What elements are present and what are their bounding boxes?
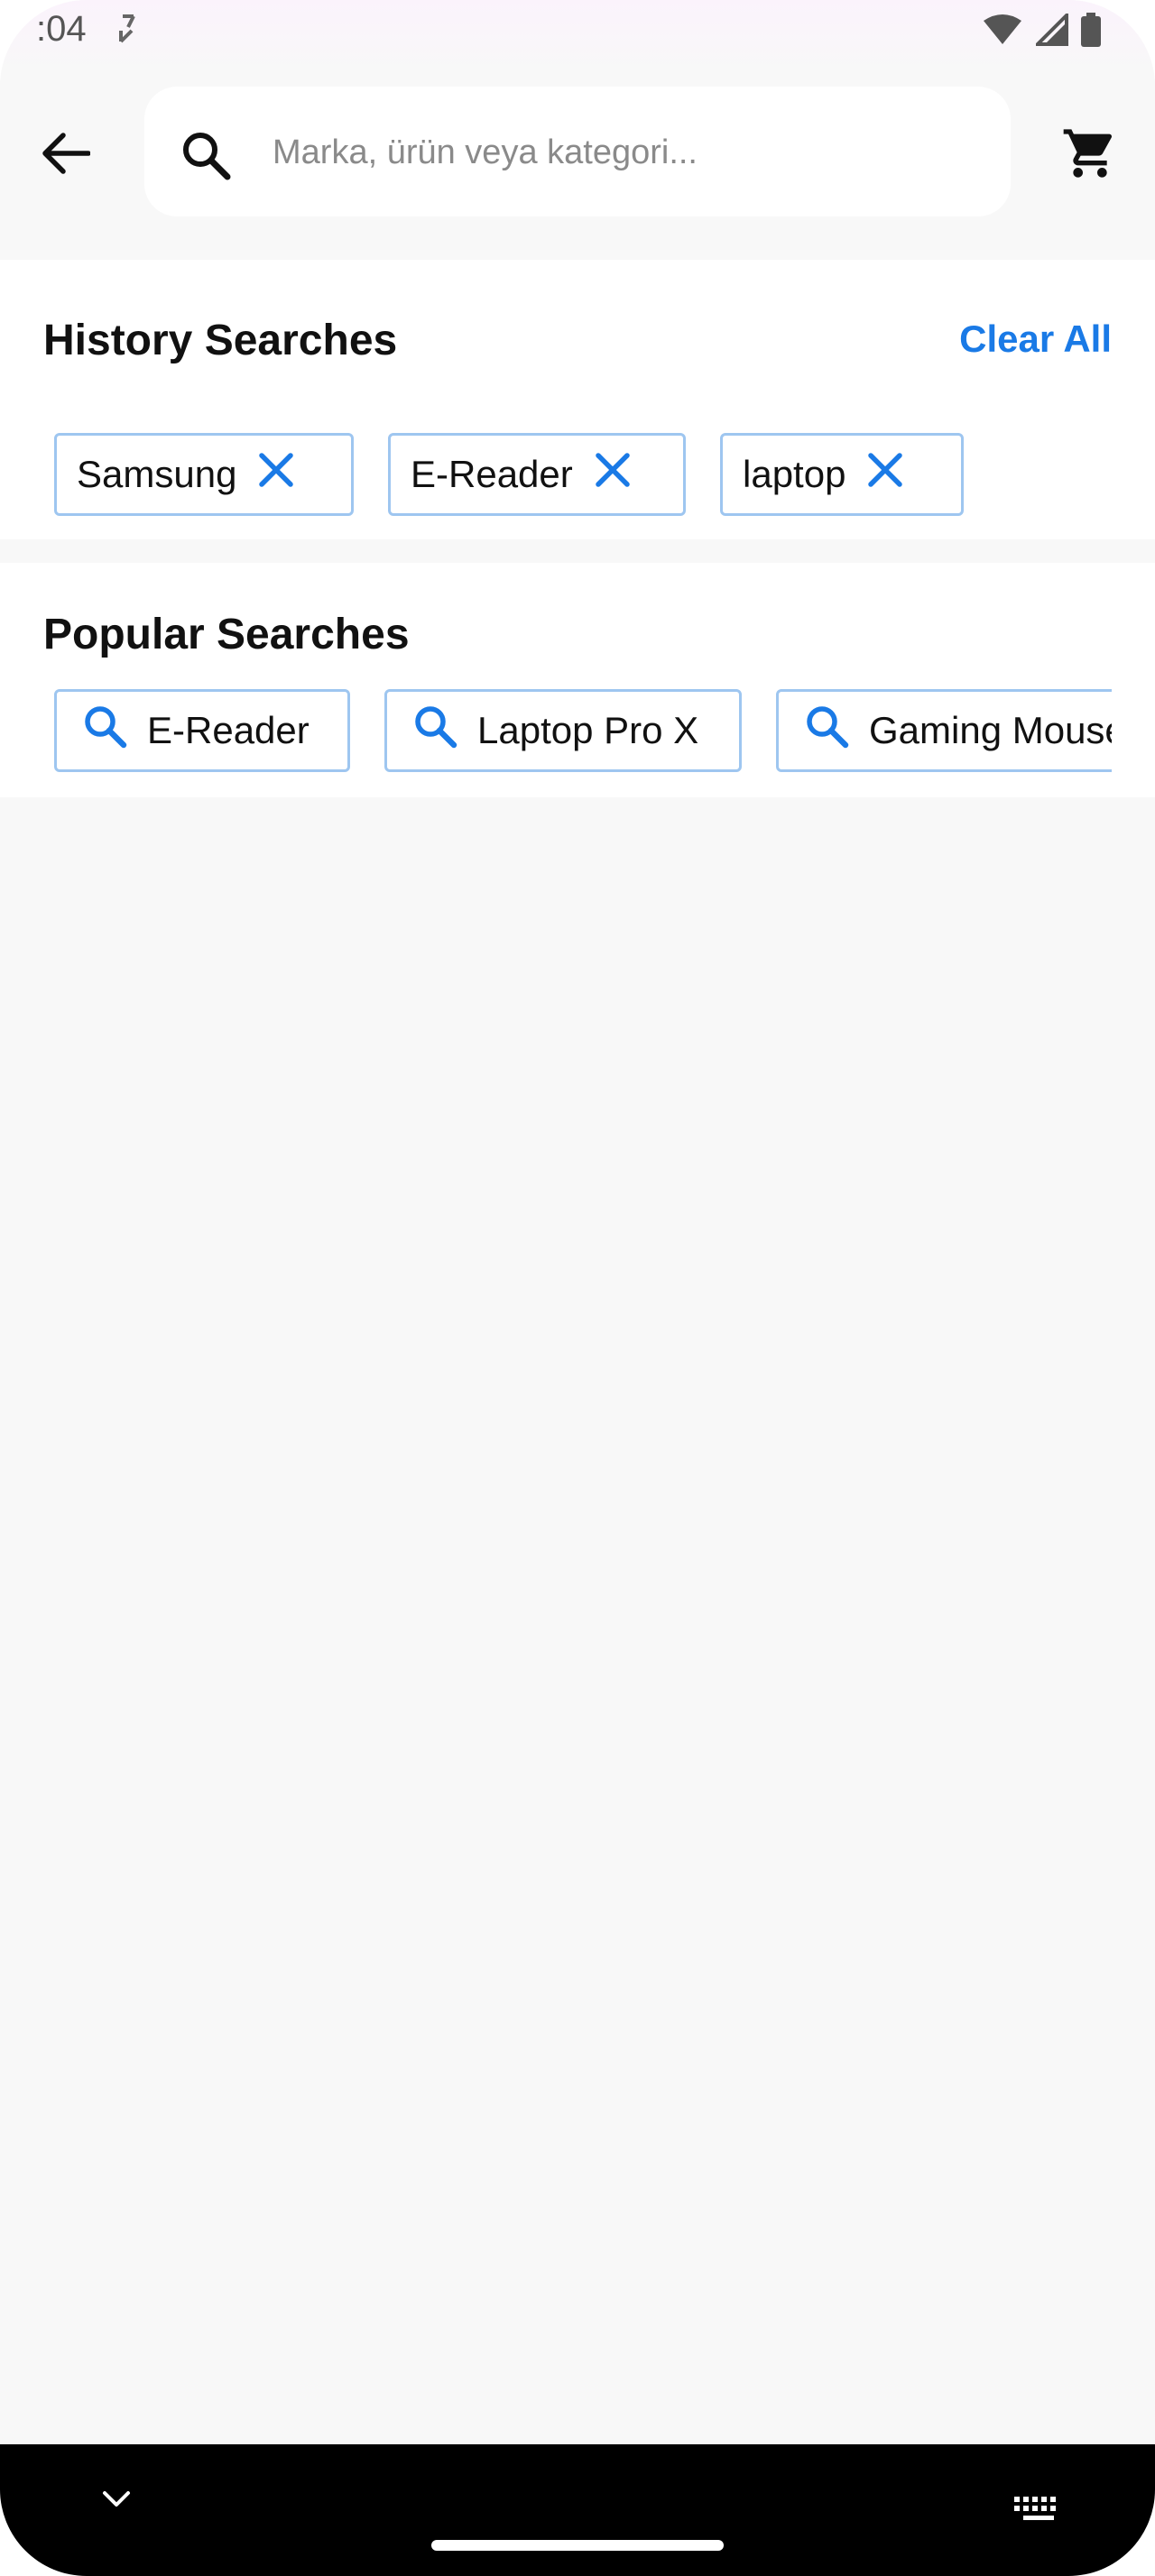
system-nav-bar [0, 2444, 1155, 2576]
close-icon[interactable] [593, 450, 633, 499]
history-title: History Searches [43, 317, 398, 364]
cart-button[interactable] [1054, 119, 1126, 191]
history-chips: Samsung E-Reader laptop [54, 433, 964, 516]
search-icon [180, 130, 231, 185]
chip-label: Gaming Mouse [869, 709, 1112, 751]
history-chip-samsung[interactable]: Samsung [54, 433, 354, 516]
chip-label: laptop [743, 453, 846, 495]
wifi-icon [982, 14, 1023, 51]
search-input[interactable] [271, 123, 978, 182]
popular-chip-gaming-mouse[interactable]: Gaming Mouse [776, 689, 1112, 772]
status-icons [982, 11, 1101, 51]
chip-label: Laptop Pro X [477, 709, 699, 751]
popular-chip-laptop-pro-x[interactable]: Laptop Pro X [384, 689, 742, 772]
keyboard-icon[interactable] [1014, 2497, 1063, 2528]
back-arrow-icon [40, 132, 91, 179]
cart-icon [1061, 124, 1119, 187]
history-searches-section: History Searches Clear All Samsung E-Rea… [0, 260, 1155, 539]
search-bar[interactable] [144, 87, 1011, 216]
status-time: :04 [36, 9, 87, 49]
history-chip-laptop[interactable]: laptop [720, 433, 964, 516]
search-icon [804, 704, 849, 758]
popular-chips: E-Reader Laptop Pro X Gaming Mouse [54, 689, 1112, 772]
chip-label: E-Reader [147, 709, 310, 751]
popular-chips-scroller[interactable]: E-Reader Laptop Pro X Gaming Mouse [0, 689, 1112, 779]
search-header [0, 72, 1155, 260]
close-icon[interactable] [256, 450, 296, 499]
close-icon[interactable] [865, 450, 905, 499]
popular-title: Popular Searches [43, 611, 410, 658]
home-handle[interactable] [431, 2540, 724, 2551]
sync-icon [116, 13, 139, 50]
chevron-down-icon[interactable] [101, 2489, 132, 2514]
signal-icon [1033, 11, 1068, 51]
battery-icon [1081, 13, 1101, 51]
search-icon [82, 704, 127, 758]
search-icon [412, 704, 457, 758]
clear-all-button[interactable]: Clear All [959, 317, 1112, 361]
status-bar: :04 [0, 0, 1155, 72]
back-button[interactable] [32, 123, 97, 188]
history-chip-e-reader[interactable]: E-Reader [388, 433, 686, 516]
chip-label: Samsung [77, 453, 237, 495]
popular-chip-e-reader[interactable]: E-Reader [54, 689, 350, 772]
phone-screen: :04 Marka, ürün veya kategori... History… [0, 0, 1155, 2576]
chip-label: E-Reader [411, 453, 573, 495]
popular-searches-section: Popular Searches E-Reader Laptop Pro X G… [0, 563, 1155, 797]
